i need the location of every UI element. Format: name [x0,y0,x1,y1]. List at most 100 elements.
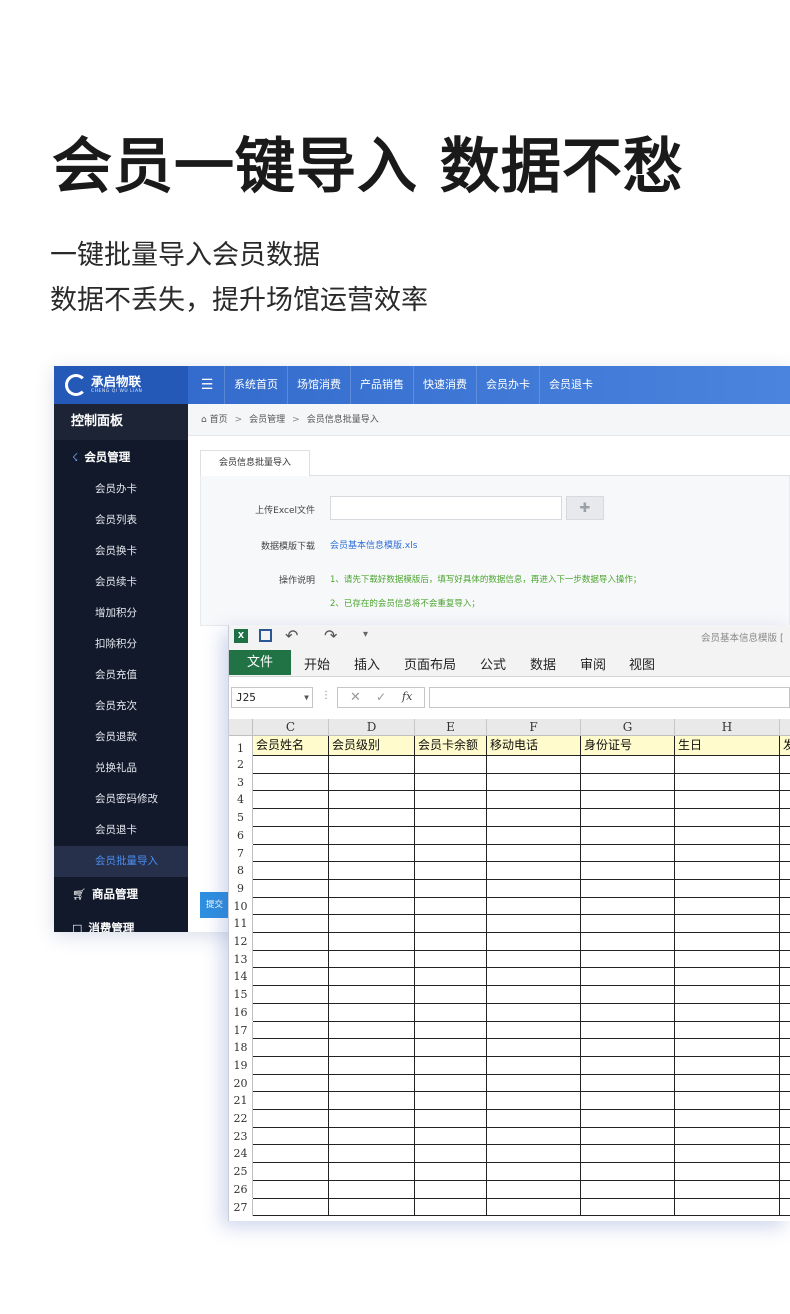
sidebar-group-consume[interactable]: □ 消费管理 [54,911,188,932]
header-cell[interactable]: 身份证号 [581,736,675,756]
column-header[interactable]: C [253,719,329,736]
column-header[interactable]: H [675,719,780,736]
row-header[interactable]: 5 [229,809,253,827]
row-header[interactable]: 17 [229,1021,253,1040]
column-header[interactable]: G [581,719,675,736]
sidebar-item[interactable]: 会员办卡 [54,474,188,505]
sidebar-item[interactable]: 会员批量导入 [54,846,188,877]
select-all-corner[interactable] [229,719,253,736]
sidebar-item[interactable]: 会员密码修改 [54,784,188,815]
row-header[interactable]: 21 [229,1092,253,1110]
topnav-item[interactable]: 场馆消费 [287,366,350,404]
row-header[interactable]: 24 [229,1145,253,1164]
column-header[interactable]: D [329,719,415,736]
sidebar-item[interactable]: 增加积分 [54,598,188,629]
row-header[interactable]: 13 [229,950,253,969]
sidebar-group-member[interactable]: ☇ 会员管理 [54,440,188,474]
breadcrumb-member[interactable]: 会员管理 [249,415,285,425]
instruction-note-1: 1、请先下载好数据模版后，填写好具体的数据信息，再进入下一步数据导入操作； [330,575,642,585]
header-cell[interactable]: 会员级别 [329,736,415,756]
row-header[interactable]: 6 [229,826,253,845]
fx-icon[interactable]: fx [402,690,412,703]
breadcrumb-current: 会员信息批量导入 [306,415,379,425]
row-header[interactable]: 18 [229,1039,253,1057]
more-icon: ⋮ [321,690,331,701]
header-cell[interactable]: 移动电话 [487,736,581,756]
row-header[interactable]: 7 [229,844,253,863]
quick-access-dropdown-icon[interactable]: ▾ [363,629,368,640]
row-header[interactable]: 20 [229,1074,253,1093]
sidebar-item[interactable]: 会员退卡 [54,815,188,846]
row-header[interactable]: 15 [229,986,253,1004]
header-cell[interactable]: 发 [780,736,790,756]
instruction-note-2: 2、已存在的会员信息将不会重复导入； [330,599,480,609]
ribbon-tab[interactable]: 开始 [304,654,330,673]
formula-input[interactable] [429,687,790,708]
chevron-down-icon[interactable]: ▼ [304,688,309,707]
row-header[interactable]: 2 [229,756,253,774]
top-navbar: 承启物联 CHENG QI WU LIAN ☰ 系统首页 场馆消费 产品销售 快速消费… [54,366,790,404]
row-border [253,1073,790,1075]
header-cell[interactable]: 会员姓名 [253,736,329,756]
sidebar-group-goods[interactable]: 🛒︎ 商品管理 [54,877,188,911]
template-download-link[interactable]: 会员基本信息模版.xls [330,538,417,551]
ribbon-tab[interactable]: 数据 [530,654,556,673]
sidebar-item[interactable]: 会员列表 [54,505,188,536]
row-header[interactable]: 12 [229,933,253,951]
topnav-item[interactable]: 系统首页 [224,366,287,404]
sidebar-item[interactable]: 会员续卡 [54,567,188,598]
column-header[interactable]: F [487,719,581,736]
row-header[interactable]: 8 [229,862,253,880]
ribbon-tab[interactable]: 公式 [480,654,506,673]
row-header[interactable]: 9 [229,879,253,898]
row-header[interactable]: 19 [229,1056,253,1075]
sidebar-item[interactable]: 会员充值 [54,660,188,691]
undo-icon[interactable]: ↶ [285,626,298,645]
row-header[interactable]: 14 [229,968,253,987]
home-icon: ⌂ [201,415,207,425]
row-header[interactable]: 22 [229,1110,253,1128]
topnav-item[interactable]: 产品销售 [350,366,413,404]
breadcrumb-home[interactable]: 首页 [210,415,228,425]
save-icon[interactable] [259,629,272,642]
sidebar-group-label: 商品管理 [91,887,138,901]
topnav-item[interactable]: 会员办卡 [476,366,539,404]
cancel-icon[interactable]: ✕ [350,690,361,705]
puzzle-icon[interactable]: ✚ [566,496,604,520]
row-header[interactable]: 10 [229,897,253,916]
brand-logo[interactable]: 承启物联 CHENG QI WU LIAN [54,366,188,404]
row-header[interactable]: 3 [229,773,253,792]
row-header[interactable]: 11 [229,915,253,933]
sidebar-item[interactable]: 兑换礼品 [54,753,188,784]
column-header[interactable]: E [415,719,487,736]
row-header[interactable]: 4 [229,791,253,810]
ribbon-tab[interactable]: 审阅 [580,654,606,673]
sidebar-item[interactable]: 会员换卡 [54,536,188,567]
header-cell[interactable]: 生日 [675,736,780,756]
ribbon-tab[interactable]: 视图 [629,654,655,673]
sidebar-item[interactable]: 扣除积分 [54,629,188,660]
row-header[interactable]: 26 [229,1180,253,1199]
header-cell[interactable]: 会员卡余额 [415,736,487,756]
topnav-item[interactable]: 会员退卡 [539,366,602,404]
hamburger-icon[interactable]: ☰ [198,366,216,404]
row-header[interactable]: 16 [229,1003,253,1022]
ribbon-tab-file[interactable]: 文件 [229,650,291,675]
row-header[interactable]: 23 [229,1127,253,1146]
sidebar-item[interactable]: 会员充次 [54,691,188,722]
redo-icon[interactable]: ↷ [324,626,337,645]
name-box[interactable]: J25 ▼ [231,687,313,708]
upload-file-input[interactable] [330,496,562,520]
ribbon-tab[interactable]: 插入 [354,654,380,673]
check-icon[interactable]: ✓ [376,690,386,704]
row-header[interactable]: 1 [229,736,253,756]
hero-subtitle-line1: 一键批量导入会员数据 [50,240,320,271]
topnav-item[interactable]: 快速消费 [413,366,476,404]
row-header[interactable]: 27 [229,1198,253,1217]
sidebar-item[interactable]: 会员退款 [54,722,188,753]
row-header[interactable]: 25 [229,1163,253,1181]
column-header[interactable]: I [780,719,790,736]
tab-batch-import[interactable]: 会员信息批量导入 [200,450,310,477]
row-border [253,790,790,792]
ribbon-tab[interactable]: 页面布局 [404,654,456,673]
